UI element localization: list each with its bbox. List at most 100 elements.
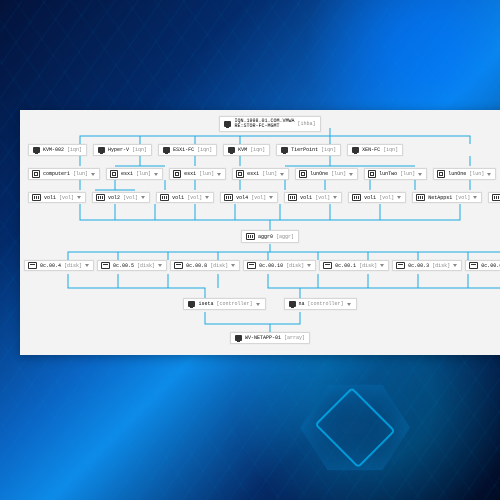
aggregate-icon [246, 233, 255, 240]
node-aggr[interactable]: aggr0 [aggr] [241, 230, 299, 243]
node-type: [vol] [251, 195, 266, 201]
node-label: Hyper-V [108, 147, 129, 153]
row-aggr: aggr0 [aggr] [20, 230, 500, 243]
expand-icon[interactable] [154, 172, 159, 177]
row-iqn: KVM-002[iqn]Hyper-V[iqn]ESXi-FC[iqn]KVM[… [20, 144, 500, 156]
node-row-disk-0[interactable]: 0c.00.4[disk] [24, 260, 94, 271]
node-type: [vol] [59, 195, 74, 201]
node-row-ctrl-0[interactable]: iseta[controller] [183, 298, 265, 310]
expand-icon[interactable] [347, 302, 352, 307]
node-label: XEN-FC [362, 147, 380, 153]
node-label: ESXi-FC [173, 147, 194, 153]
node-row-disk-5[interactable]: 0c.00.3[disk] [392, 260, 462, 271]
node-label: esxi [121, 171, 133, 177]
node-type: [lun] [331, 171, 346, 177]
node-row-lun-3[interactable]: esxi[lun] [232, 168, 289, 180]
node-row-lun-1[interactable]: esxi[lun] [106, 168, 163, 180]
node-label: lunOne [310, 171, 328, 177]
node-row-vol-4[interactable]: vol1[vol] [284, 192, 342, 203]
node-row-ctrl-1[interactable]: na[controller] [284, 298, 357, 310]
node-label: computer1 [43, 171, 70, 177]
vol-icon [96, 194, 105, 201]
node-row-lun-5[interactable]: lunTwo[lun] [364, 168, 427, 180]
srv-icon [163, 147, 170, 153]
expand-icon[interactable] [487, 172, 492, 177]
node-row-vol-0[interactable]: vol1[vol] [28, 192, 86, 203]
node-type: [lun] [136, 171, 151, 177]
node-row-lun-4[interactable]: lunOne[lun] [295, 168, 358, 180]
node-row-iqn-4[interactable]: TierPoint[iqn] [276, 144, 341, 156]
expand-icon[interactable] [141, 195, 146, 200]
node-row-iqn-1[interactable]: Hyper-V[iqn] [93, 144, 152, 156]
node-label: vol2 [108, 195, 120, 201]
expand-icon[interactable] [269, 195, 274, 200]
expand-icon[interactable] [397, 195, 402, 200]
node-row-disk-2[interactable]: 0c.00.8[disk] [170, 260, 240, 271]
expand-icon[interactable] [158, 263, 163, 268]
node-row-lun-2[interactable]: esxi[lun] [169, 168, 226, 180]
node-row-vol-6[interactable]: NetApps1[vol] [412, 192, 482, 203]
node-ihba-root[interactable]: IQN.1998.01.COM.VMWA RE:STOR-FC-MGMT [ih… [219, 116, 320, 132]
node-row-vol-7[interactable]: NetApps2[vol] [488, 192, 500, 203]
node-label: 0c.00.6 [481, 263, 500, 269]
chip-icon [368, 170, 376, 178]
node-row-vol-5[interactable]: vol1[vol] [348, 192, 406, 203]
expand-icon[interactable] [333, 195, 338, 200]
expand-icon[interactable] [205, 195, 210, 200]
topology-panel: IQN.1998.01.COM.VMWA RE:STOR-FC-MGMT [ih… [20, 110, 500, 355]
vol-icon [224, 194, 233, 201]
srv-icon [228, 147, 235, 153]
node-row-disk-4[interactable]: 0c.00.1[disk] [319, 260, 389, 271]
node-row-iqn-2[interactable]: ESXi-FC[iqn] [158, 144, 217, 156]
node-row-lun-0[interactable]: computer1[lun] [28, 168, 100, 180]
node-row-vol-2[interactable]: vol1[vol] [156, 192, 214, 203]
row-disk: 0c.00.4[disk]0c.00.5[disk]0c.00.8[disk]0… [20, 260, 500, 271]
vol-icon [492, 194, 500, 201]
expand-icon[interactable] [418, 172, 423, 177]
expand-icon[interactable] [453, 263, 458, 268]
node-label: KVM [238, 147, 247, 153]
node-label: na [299, 301, 305, 307]
node-type: [iqn] [383, 147, 398, 153]
row-root: IQN.1998.01.COM.VMWA RE:STOR-FC-MGMT [ih… [20, 116, 500, 132]
server-icon [224, 121, 231, 127]
node-type: [disk] [210, 263, 228, 269]
disk-icon [469, 262, 478, 269]
node-type: [disk] [359, 263, 377, 269]
disk-icon [323, 262, 332, 269]
node-row-disk-3[interactable]: 0c.00.10[disk] [243, 260, 316, 271]
node-row-iqn-3[interactable]: KVM[iqn] [223, 144, 270, 156]
node-type: [vol] [455, 195, 470, 201]
srv-icon [98, 147, 105, 153]
expand-icon[interactable] [77, 195, 82, 200]
node-type: [controller] [216, 301, 252, 307]
node-row-disk-6[interactable]: 0c.00.6[disk] [465, 260, 500, 271]
expand-icon[interactable] [380, 263, 385, 268]
expand-icon[interactable] [307, 263, 312, 268]
node-row-lun-6[interactable]: lunOne[lun] [433, 168, 496, 180]
expand-icon[interactable] [280, 172, 285, 177]
node-row-disk-1[interactable]: 0c.00.5[disk] [97, 260, 167, 271]
expand-icon[interactable] [349, 172, 354, 177]
expand-icon[interactable] [217, 172, 222, 177]
node-row-iqn-5[interactable]: XEN-FC[iqn] [347, 144, 403, 156]
expand-icon[interactable] [85, 263, 90, 268]
vol-icon [160, 194, 169, 201]
expand-icon[interactable] [473, 195, 478, 200]
node-row-vol-1[interactable]: vol2[vol] [92, 192, 150, 203]
node-row-iqn-0[interactable]: KVM-002[iqn] [28, 144, 87, 156]
expand-icon[interactable] [256, 302, 261, 307]
expand-icon[interactable] [231, 263, 236, 268]
disk-icon [247, 262, 256, 269]
node-label: vol4 [236, 195, 248, 201]
node-row-vol-3[interactable]: vol4[vol] [220, 192, 278, 203]
row-vol: vol1[vol]vol2[vol]vol1[vol]vol4[vol]vol1… [20, 192, 500, 203]
node-label: KVM-002 [43, 147, 64, 153]
node-type: [vol] [123, 195, 138, 201]
disk-icon [101, 262, 110, 269]
node-label: vol1 [300, 195, 312, 201]
expand-icon[interactable] [91, 172, 96, 177]
srv-icon [188, 301, 195, 307]
node-type: [vol] [187, 195, 202, 201]
node-array[interactable]: WV-NETAPP-01 [array] [230, 332, 310, 344]
